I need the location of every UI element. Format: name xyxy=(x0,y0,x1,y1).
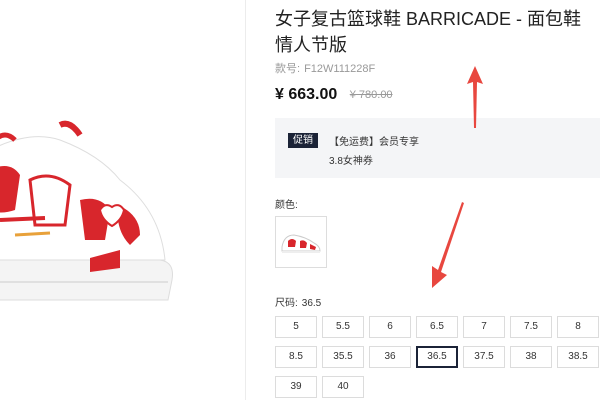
promotion-box: 促销 【免运费】会员专享 3.8女神券 xyxy=(275,118,600,178)
size-option-38[interactable]: 38 xyxy=(510,346,552,368)
size-label-row: 尺码: 36.5 xyxy=(275,294,321,309)
color-swatch-red-white[interactable] xyxy=(275,216,327,268)
size-option-39[interactable]: 39 xyxy=(275,376,317,398)
annotation-arrow-down-icon xyxy=(432,202,464,288)
size-option-8[interactable]: 8 xyxy=(557,316,599,338)
annotation-arrow-up-icon xyxy=(467,66,483,128)
promo-badge: 促销 xyxy=(288,133,318,148)
product-title: 女子复古篮球鞋 BARRICADE - 面包鞋情人节版 xyxy=(275,9,582,55)
size-option-37.5[interactable]: 37.5 xyxy=(463,346,505,368)
size-option-35.5[interactable]: 35.5 xyxy=(322,346,364,368)
size-selected-value: 36.5 xyxy=(301,298,322,309)
size-option-38.5[interactable]: 38.5 xyxy=(557,346,599,368)
promo-coupon[interactable]: 3.8女神券 xyxy=(329,152,373,167)
promo-free-shipping[interactable]: 【免运费】会员专享 xyxy=(329,133,419,148)
size-option-7[interactable]: 7 xyxy=(463,316,505,338)
size-option-36.5-selected[interactable]: 36.5 xyxy=(416,346,458,368)
size-option-40[interactable]: 40 xyxy=(322,376,364,398)
size-option-7.5[interactable]: 7.5 xyxy=(510,316,552,338)
current-price: ¥ 663.00 xyxy=(275,86,338,103)
size-option-6.5[interactable]: 6.5 xyxy=(416,316,458,338)
sku-row: 款号: F12W111228F xyxy=(275,60,375,76)
price-row: ¥ 663.00 ¥ 780.00 xyxy=(275,86,393,108)
original-price: ¥ 780.00 xyxy=(349,89,393,101)
product-image-panel xyxy=(0,0,246,400)
size-option-6[interactable]: 6 xyxy=(369,316,411,338)
color-label: 颜色: xyxy=(275,200,298,211)
size-option-5.5[interactable]: 5.5 xyxy=(322,316,364,338)
color-swatch-shoe-icon xyxy=(281,234,321,253)
size-option-8.5[interactable]: 8.5 xyxy=(275,346,317,368)
sku-label: 款号: xyxy=(275,63,301,75)
sku-value: F12W111228F xyxy=(304,63,376,75)
size-option-5[interactable]: 5 xyxy=(275,316,317,338)
size-option-36[interactable]: 36 xyxy=(369,346,411,368)
size-label: 尺码: xyxy=(275,298,298,309)
product-image-shoe xyxy=(0,120,173,301)
